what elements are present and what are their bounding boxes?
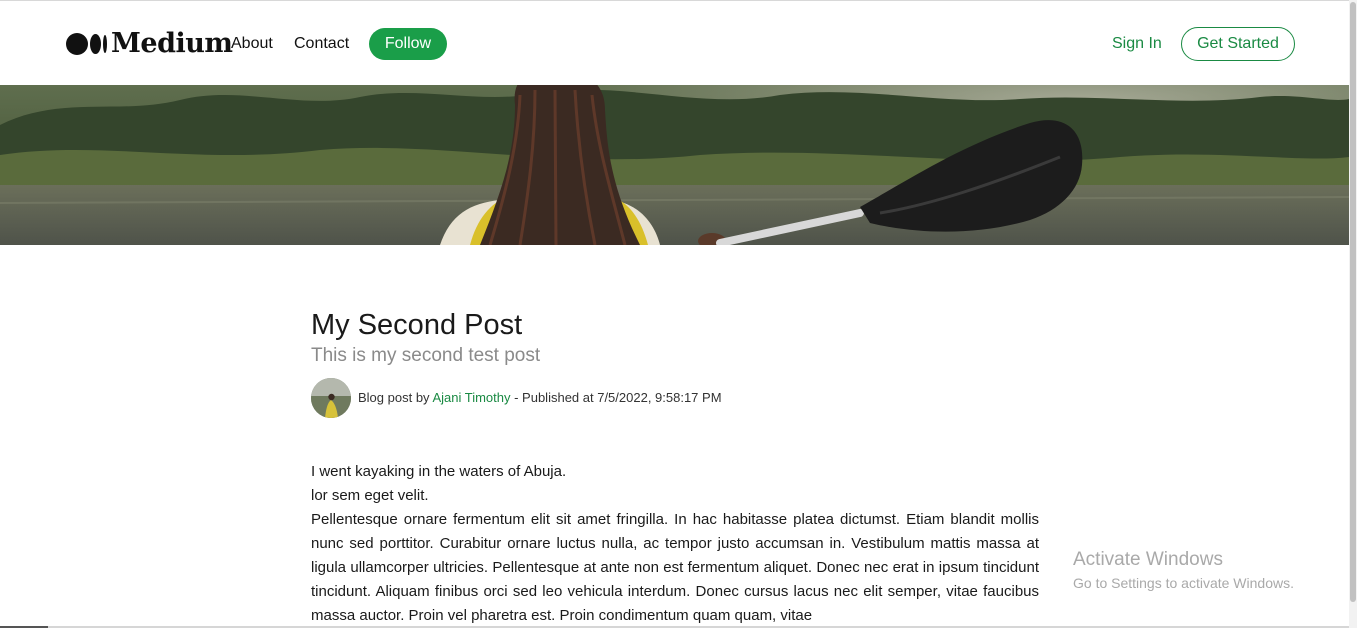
watermark-subtitle: Go to Settings to activate Windows. bbox=[1073, 575, 1294, 591]
sign-in-link[interactable]: Sign In bbox=[1112, 34, 1162, 54]
author-link[interactable]: Ajani Timothy bbox=[432, 390, 510, 405]
avatar-image-icon bbox=[311, 378, 351, 418]
post-meta: Blog post by Ajani Timothy - Published a… bbox=[311, 378, 1039, 418]
vertical-scrollbar[interactable] bbox=[1349, 0, 1357, 628]
byline-prefix: Blog post by bbox=[358, 390, 430, 405]
windows-activation-watermark: Activate Windows Go to Settings to activ… bbox=[1073, 549, 1294, 593]
brand-name: Medium bbox=[111, 28, 233, 59]
nav-about-link[interactable]: About bbox=[231, 34, 273, 54]
post-subtitle: This is my second test post bbox=[311, 345, 541, 366]
post-body: I went kayaking in the waters of Abuja. … bbox=[311, 460, 1039, 628]
post-title: My Second Post bbox=[311, 309, 523, 341]
published-date: - Published at 7/5/2022, 9:58:17 PM bbox=[510, 390, 722, 405]
kayaking-photo bbox=[0, 85, 1349, 245]
post-paragraph: I went kayaking in the waters of Abuja. bbox=[311, 463, 567, 480]
post-paragraph: lor sem eget velit. bbox=[311, 487, 429, 504]
post-meta-text: Blog post by Ajani Timothy - Published a… bbox=[358, 390, 722, 406]
watermark-title: Activate Windows bbox=[1073, 549, 1223, 570]
post-paragraph: Pellentesque ornare fermentum elit sit a… bbox=[311, 511, 1039, 624]
nav-contact-link[interactable]: Contact bbox=[294, 34, 349, 54]
author-avatar[interactable] bbox=[311, 378, 351, 418]
medium-logo[interactable]: Medium bbox=[66, 28, 233, 59]
get-started-button[interactable]: Get Started bbox=[1181, 27, 1295, 61]
follow-button[interactable]: Follow bbox=[369, 28, 447, 60]
blog-post: My Second Post This is my second test po… bbox=[311, 305, 1039, 628]
hero-banner-image bbox=[0, 85, 1349, 245]
top-navigation: Medium About Contact Follow Sign In Get … bbox=[0, 0, 1349, 85]
page: Medium About Contact Follow Sign In Get … bbox=[0, 0, 1357, 628]
scrollbar-thumb[interactable] bbox=[1350, 2, 1356, 602]
medium-logo-icon bbox=[66, 33, 107, 55]
